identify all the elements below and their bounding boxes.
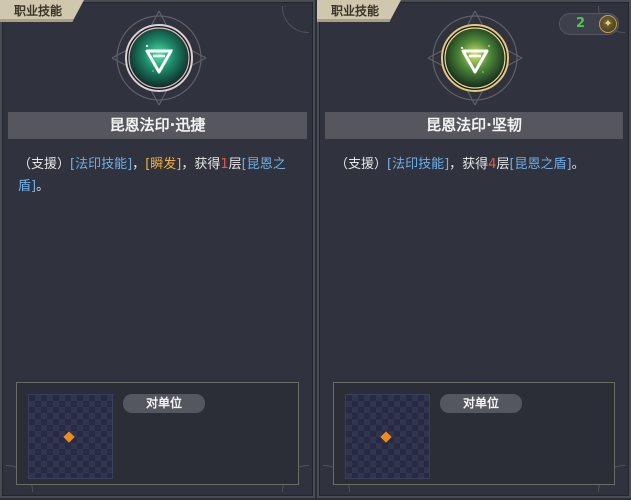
category-tab: 职业技能: [0, 0, 85, 22]
target-type-label: 对单位: [440, 394, 522, 413]
skill-cards-view: 职业技能 昆恩法印·迅捷 （支援）[法印技能]，[瞬发]，获得1层[昆恩之盾]。…: [0, 0, 631, 500]
star-resource-icon: ✦: [599, 15, 617, 33]
desc-text: ，获得: [181, 157, 221, 172]
skill-card-quen-tenacity[interactable]: 职业技能 2 ✦ 昆恩法印·坚韧 （支援）[法印技能]，获得4层[昆恩之盾]。 …: [317, 0, 631, 498]
support-label: （支援）: [335, 157, 388, 172]
skill-title: 昆恩法印·迅捷: [8, 112, 307, 139]
skill-description: （支援）[法印技能]，获得4层[昆恩之盾]。: [335, 154, 611, 176]
ornament-corner: [282, 6, 309, 33]
skill-card-quen-swift[interactable]: 职业技能 昆恩法印·迅捷 （支援）[法印技能]，[瞬发]，获得1层[昆恩之盾]。…: [0, 0, 315, 498]
category-tab: 职业技能: [317, 0, 402, 22]
desc-text: 层: [228, 157, 242, 172]
keyword-instant[interactable]: [瞬发]: [145, 157, 181, 172]
keyword-sign-skill[interactable]: [法印技能]: [387, 157, 449, 172]
desc-text: ，获得: [449, 157, 489, 172]
desc-text: ，: [132, 157, 146, 172]
resource-cost-badge: 2 ✦: [559, 13, 619, 35]
target-range-grid: [28, 394, 113, 479]
stack-count: 1: [220, 157, 229, 172]
target-panel: 对单位: [16, 382, 299, 485]
desc-text: 。: [36, 179, 50, 194]
resource-count: 2: [576, 16, 586, 31]
skill-title: 昆恩法印·坚韧: [325, 112, 623, 139]
keyword-quen-shield[interactable]: [昆恩之盾]: [509, 157, 571, 172]
skill-description: （支援）[法印技能]，[瞬发]，获得1层[昆恩之盾]。: [18, 154, 295, 198]
desc-text: 层: [496, 157, 510, 172]
quen-sign-emblem-icon: [427, 10, 523, 106]
keyword-sign-skill[interactable]: [法印技能]: [70, 157, 132, 172]
desc-text: 。: [571, 157, 585, 172]
target-cell-icon: [380, 431, 392, 443]
target-type-label: 对单位: [123, 394, 205, 413]
target-cell-icon: [63, 431, 75, 443]
target-panel: 对单位: [333, 382, 615, 485]
quen-sign-emblem-icon: [111, 10, 207, 106]
support-label: （支援）: [18, 157, 71, 172]
target-range-grid: [345, 394, 430, 479]
